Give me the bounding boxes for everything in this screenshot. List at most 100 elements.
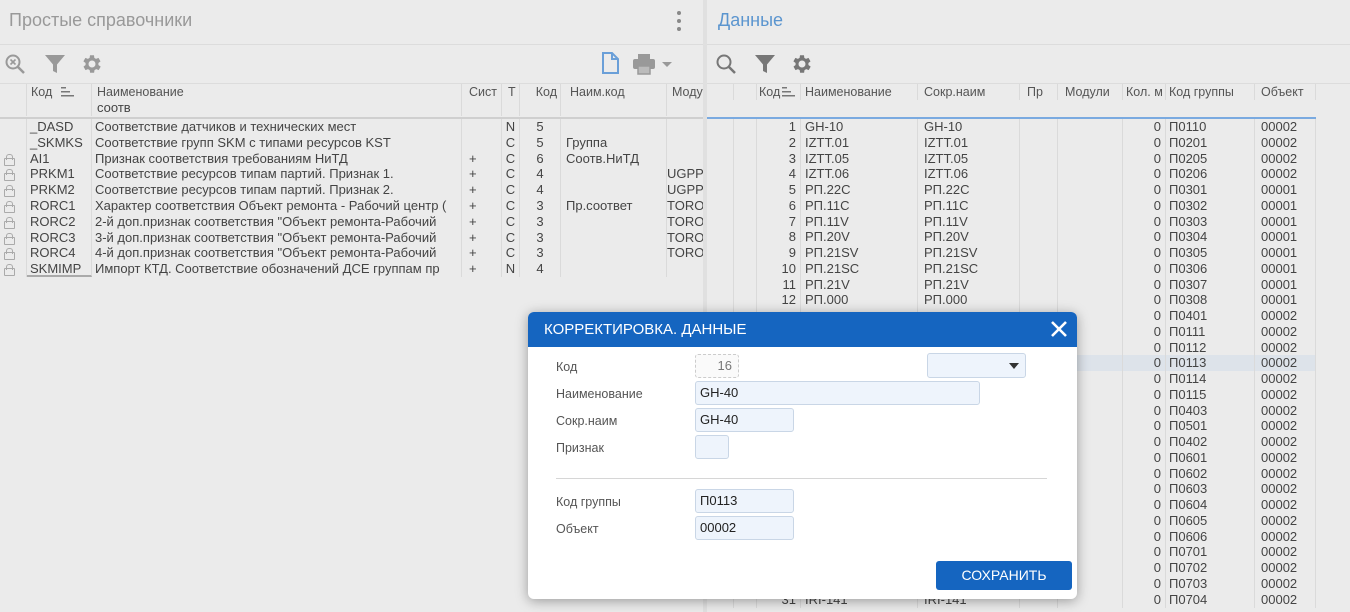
table-row[interactable]: RORC1 Характер соответствия Объект ремонт… [0, 198, 703, 214]
table-row[interactable]: 8 РП.20V РП.20V 0 П0304 00001 [707, 229, 1316, 246]
table-row[interactable]: 6 РП.11С РП.11С 0 П0302 00001 [707, 197, 1316, 214]
name-filter-input[interactable]: соотв [92, 100, 462, 116]
left-cell-kod: 3 [520, 245, 561, 262]
table-row[interactable]: 11 РП.21V РП.21V 0 П0307 00001 [707, 276, 1316, 293]
table-row[interactable]: 12 РП.000 РП.000 0 П0308 00001 [707, 292, 1316, 309]
right-header-qty[interactable]: Кол. м [1123, 84, 1166, 100]
filter-icon[interactable] [753, 52, 777, 76]
left-header-kod[interactable]: Код [520, 84, 561, 100]
left-cell-type: C [502, 229, 520, 246]
object-field[interactable]: 00002 [695, 516, 794, 540]
left-header-module[interactable]: Моду [667, 84, 703, 100]
lock-icon [4, 169, 15, 182]
table-row[interactable]: 3 IZTT.05 IZTT.05 0 П0205 00002 [707, 150, 1316, 167]
left-cell-naim [561, 245, 667, 262]
row-marker-cell [734, 229, 757, 246]
right-header-modules[interactable]: Модули [1058, 84, 1123, 100]
dialog-dropdown[interactable] [927, 353, 1026, 378]
filter-cell[interactable] [502, 100, 520, 116]
row-marker-cell [734, 182, 757, 198]
right-cell-name: IZTT.05 [801, 150, 918, 167]
left-cell-code: RORC1 [27, 198, 92, 214]
right-cell-group: П0111 [1166, 323, 1255, 340]
right-cell-obj: 00002 [1255, 402, 1316, 419]
right-cell-group: П0114 [1166, 371, 1255, 387]
right-cell-qty: 0 [1123, 528, 1166, 545]
short-name-label: Сокр.наим [556, 414, 618, 428]
left-cell-sys [462, 119, 502, 135]
left-cell-type: C [502, 134, 520, 151]
left-cell-name: 3-й доп.признак соответствия "Объект рем… [92, 229, 462, 246]
right-cell-mod [1058, 197, 1123, 214]
gear-icon[interactable] [80, 52, 104, 76]
right-cell-obj: 00001 [1255, 213, 1316, 230]
flag-field[interactable] [695, 435, 729, 459]
right-cell-kod: 10 [757, 260, 801, 277]
right-cell-qty: 0 [1123, 544, 1166, 561]
filter-cell[interactable] [667, 100, 703, 116]
right-header-short[interactable]: Сокр.наим [918, 84, 1020, 100]
table-row[interactable]: 1 GH-10 GH-10 0 П0110 00002 [707, 119, 1316, 135]
right-header-object[interactable]: Объект [1255, 84, 1316, 100]
table-row[interactable]: PRKM1 Соответствие ресурсов типам партий.… [0, 166, 703, 183]
search-icon[interactable] [714, 52, 738, 76]
right-header-pr[interactable]: Пр [1020, 84, 1058, 100]
filter-icon[interactable] [43, 52, 67, 76]
filter-cell[interactable] [462, 100, 502, 116]
right-cell-group: П0302 [1166, 197, 1255, 214]
table-row[interactable]: 7 РП.11V РП.11V 0 П0303 00001 [707, 213, 1316, 230]
zoom-reset-icon[interactable] [3, 52, 27, 76]
filter-cell[interactable] [561, 100, 667, 116]
right-cell-obj: 00002 [1255, 560, 1316, 576]
left-cell-name: Соответствие ресурсов типам партий. Приз… [92, 182, 462, 199]
filter-cell[interactable] [520, 100, 561, 116]
filter-cell[interactable] [27, 100, 92, 116]
left-cell-type: C [502, 182, 520, 199]
left-header-type[interactable]: Т [502, 84, 520, 100]
table-row[interactable]: _SKMKS Соответствие групп SKM с типами ре… [0, 134, 703, 151]
table-row[interactable]: AI1 Признак соответствия требованиям НиТД… [0, 150, 703, 167]
right-cell-qty: 0 [1123, 591, 1166, 608]
table-row[interactable]: 4 IZTT.06 IZTT.06 0 П0206 00002 [707, 166, 1316, 183]
table-row[interactable]: 9 РП.21SV РП.21SV 0 П0305 00001 [707, 245, 1316, 261]
group-code-field[interactable]: П0113 [695, 489, 794, 513]
print-menu-chevron-down-icon[interactable] [660, 52, 674, 76]
table-row[interactable]: _DASD Соответствие датчиков и технических… [0, 119, 703, 135]
row-marker-cell [734, 150, 757, 167]
table-row[interactable]: 5 РП.22С РП.22С 0 П0301 00001 [707, 182, 1316, 198]
left-header-name[interactable]: Наименование [92, 84, 462, 100]
right-cell-group: П0305 [1166, 245, 1255, 261]
document-icon[interactable] [598, 51, 622, 75]
row-marker-cell [734, 245, 757, 261]
right-cell-group: П0601 [1166, 449, 1255, 466]
edit-dialog: КОРРЕКТИРОВКА. ДАННЫЕ Код 16 Наименовани… [528, 312, 1077, 599]
save-button[interactable]: СОХРАНИТЬ [936, 561, 1072, 590]
row-marker-cell [734, 119, 757, 135]
left-header-lock-col [0, 84, 27, 100]
right-cell-pr [1020, 213, 1058, 230]
gear-icon[interactable] [790, 52, 814, 76]
short-name-field[interactable]: GH-40 [695, 408, 794, 432]
right-header-group[interactable]: Код группы [1166, 84, 1255, 100]
left-cell-naim: Пр.соответ [561, 198, 667, 214]
right-cell-group: П0401 [1166, 308, 1255, 324]
table-row[interactable]: PRKM2 Соответствие ресурсов типам партий.… [0, 182, 703, 199]
close-icon[interactable] [1049, 319, 1069, 339]
row-marker-cell [707, 213, 734, 230]
print-icon[interactable] [632, 52, 656, 76]
table-row[interactable]: RORC3 3-й доп.признак соответствия "Объек… [0, 229, 703, 246]
left-header-sys[interactable]: Сист [462, 84, 502, 100]
table-row[interactable]: 2 IZTT.01 IZTT.01 0 П0201 00002 [707, 134, 1316, 151]
more-options-icon[interactable] [676, 11, 682, 31]
table-row[interactable]: RORC2 2-й доп.признак соответствия "Объек… [0, 213, 703, 230]
table-row[interactable]: 10 РП.21SC РП.21SC 0 П0306 00001 [707, 260, 1316, 277]
left-header-code[interactable]: Код [27, 84, 92, 100]
name-field[interactable]: GH-40 [695, 381, 980, 405]
right-cell-qty: 0 [1123, 560, 1166, 576]
right-header-kod[interactable]: Код [757, 84, 801, 100]
right-cell-name: РП.21SV [801, 245, 918, 261]
table-row[interactable]: RORC4 4-й доп.признак соответствия "Объек… [0, 245, 703, 262]
left-header-naim-kod[interactable]: Наим.код [561, 84, 667, 100]
right-header-name[interactable]: Наименование [801, 84, 918, 100]
table-row[interactable]: SKMIMP Импорт КТД. Соответствие обозначен… [0, 261, 703, 278]
